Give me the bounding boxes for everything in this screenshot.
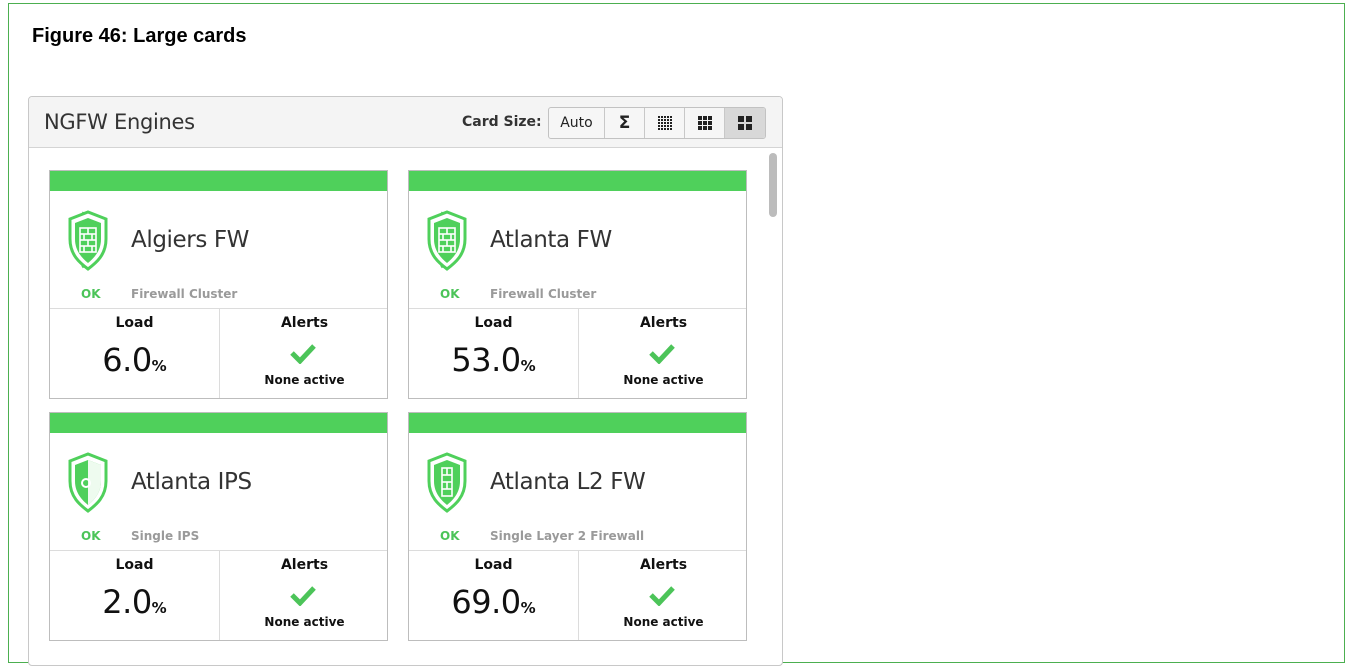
engine-name: Algiers FW [131,227,249,253]
card-size-sigma-button[interactable]: Σ [605,108,645,138]
grid-small-icon [657,116,672,130]
alerts-label: Alerts [639,315,688,331]
engine-name: Atlanta FW [490,227,612,253]
load-label: Load [474,557,513,573]
grid-medium-icon [697,116,712,130]
engine-name: Atlanta L2 FW [490,469,646,495]
load-unit: % [520,599,536,617]
card-size-button-group: Auto Σ [548,107,766,139]
ngfw-engines-panel: NGFW Engines Card Size: Auto Σ Algiers F… [28,96,783,666]
alerts-status: None active [264,615,345,629]
load-unit: % [520,357,536,375]
status-bar [50,171,387,191]
ips-shield-icon [68,452,108,513]
l2-firewall-icon [427,452,467,513]
scrollbar[interactable] [769,153,777,217]
status-bar [409,413,746,433]
engine-name: Atlanta IPS [131,469,252,495]
status-text: OK [81,529,101,543]
alerts-label: Alerts [639,557,688,573]
load-number: 6.0 [102,341,152,379]
panel-title: NGFW Engines [44,110,195,134]
engine-card-algiers-fw[interactable]: Algiers FW OK Firewall Cluster Load Aler… [49,170,388,399]
checkmark-icon [649,586,675,606]
engine-type: Single IPS [131,529,200,543]
card-size-small-button[interactable] [645,108,685,138]
load-value: 53.0% [409,341,578,379]
load-value: 6.0% [50,341,219,379]
load-number: 69.0 [451,583,521,621]
checkmark-icon [649,344,675,364]
load-label: Load [115,557,154,573]
alerts-status: None active [623,615,704,629]
figure-caption: Figure 46: Large cards [32,25,247,47]
checkmark-icon [290,344,316,364]
status-bar [409,171,746,191]
engine-card-atlanta-fw[interactable]: Atlanta FW OK Firewall Cluster Load Aler… [408,170,747,399]
engine-type: Firewall Cluster [131,287,238,301]
firewall-cluster-icon [427,210,467,271]
load-unit: % [151,599,167,617]
status-text: OK [81,287,101,301]
load-label: Load [474,315,513,331]
load-label: Load [115,315,154,331]
alerts-label: Alerts [280,557,329,573]
card-size-label: Card Size: [462,114,542,130]
card-size-medium-button[interactable] [685,108,725,138]
firewall-cluster-icon [68,210,108,271]
load-unit: % [151,357,167,375]
alerts-status: None active [264,373,345,387]
load-number: 2.0 [102,583,152,621]
grid-large-icon [738,116,752,130]
load-number: 53.0 [451,341,521,379]
card-size-auto-button[interactable]: Auto [549,108,605,138]
status-text: OK [440,529,460,543]
engine-type: Firewall Cluster [490,287,597,301]
panel-header: NGFW Engines Card Size: Auto Σ [29,97,782,148]
alerts-status: None active [623,373,704,387]
engine-type: Single Layer 2 Firewall [490,529,645,543]
checkmark-icon [290,586,316,606]
engine-card-atlanta-ips[interactable]: Atlanta IPS OK Single IPS Load Alerts 2.… [49,412,388,641]
load-value: 2.0% [50,583,219,621]
engine-card-atlanta-l2-fw[interactable]: Atlanta L2 FW OK Single Layer 2 Firewall… [408,412,747,641]
status-text: OK [440,287,460,301]
status-bar [50,413,387,433]
load-value: 69.0% [409,583,578,621]
alerts-label: Alerts [280,315,329,331]
card-size-large-button[interactable] [725,108,765,138]
